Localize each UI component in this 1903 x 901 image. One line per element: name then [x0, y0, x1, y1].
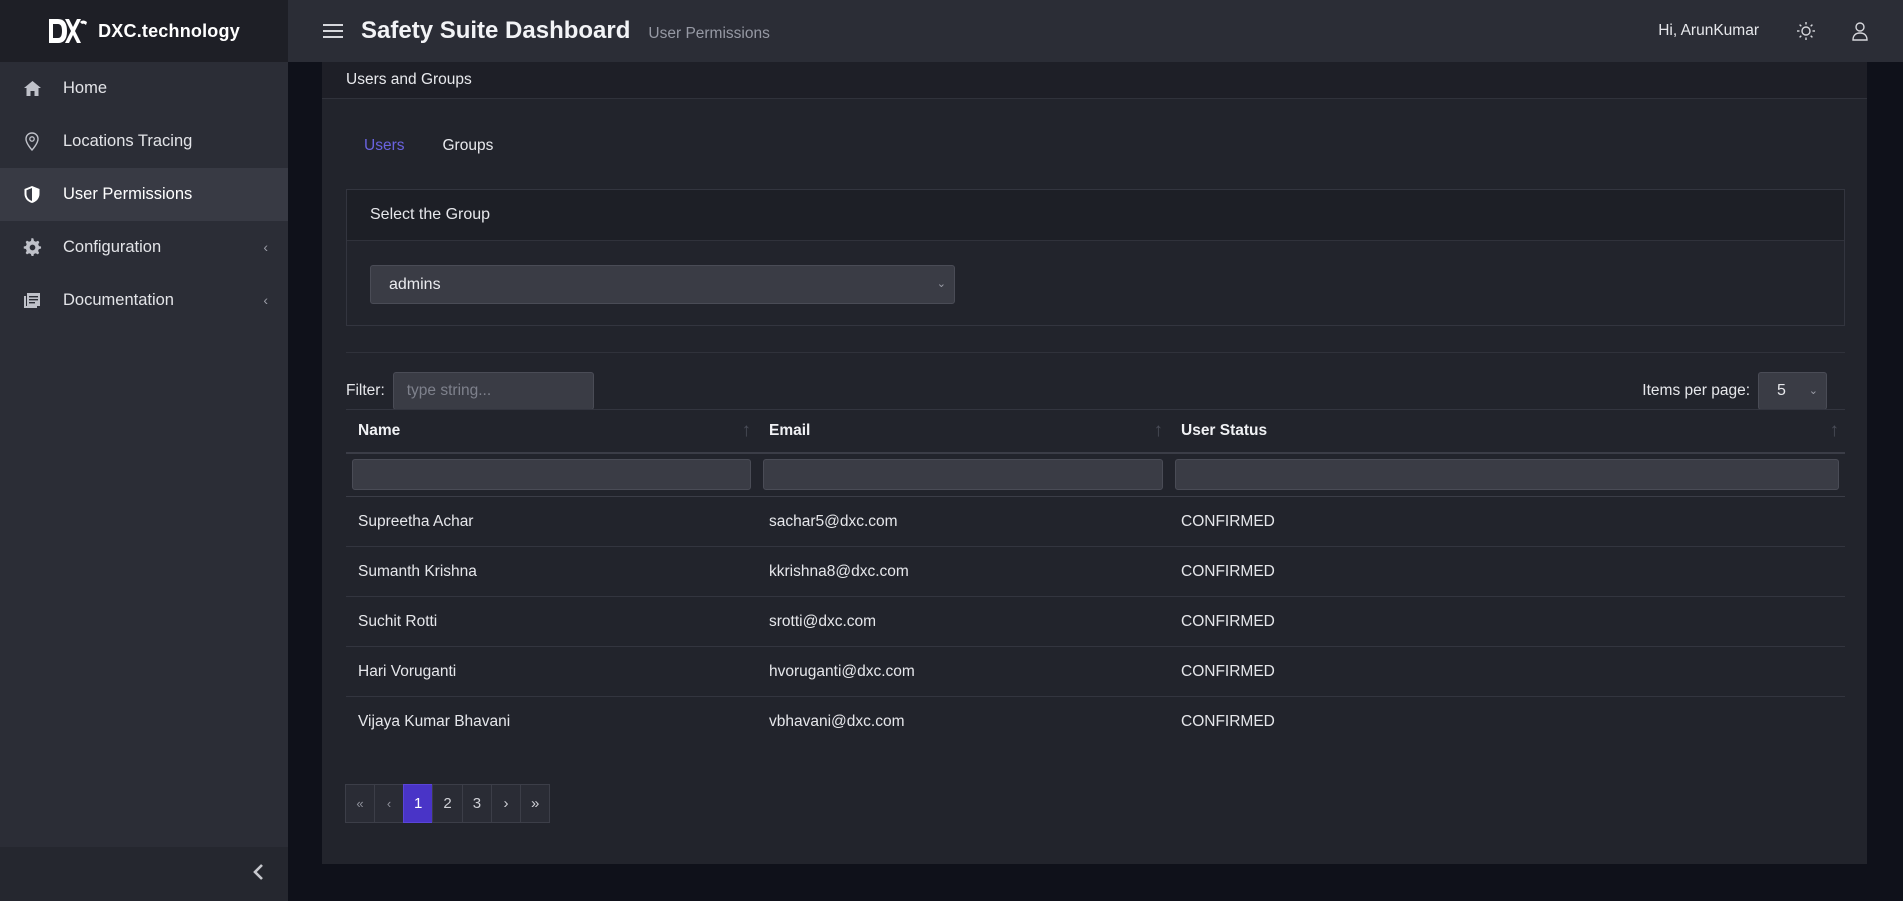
sidebar-item-home[interactable]: Home — [0, 62, 288, 115]
status-column-filter[interactable] — [1175, 459, 1839, 491]
email-column-filter[interactable] — [763, 459, 1163, 491]
pagination: « ‹ 1 2 3 › » — [345, 784, 551, 823]
group-box-title: Select the Group — [347, 190, 1844, 241]
location-pin-icon — [22, 132, 42, 152]
group-select[interactable]: admins ⌄ — [370, 265, 955, 304]
filter-row: Filter: — [346, 372, 594, 410]
sort-arrow-icon[interactable]: ↑ — [1830, 420, 1840, 442]
brand-name: DXC.technology — [98, 20, 240, 41]
cell-email: srotti@dxc.com — [757, 596, 1169, 647]
sidebar-item-configuration[interactable]: Configuration ‹ — [0, 221, 288, 274]
filter-label: Filter: — [346, 382, 385, 399]
cell-name: Vijaya Kumar Bhavani — [358, 712, 511, 730]
brand-logo[interactable]: DXC.technology — [0, 0, 288, 62]
page-3-button[interactable]: 3 — [461, 784, 493, 823]
dxc-logo-icon — [48, 18, 88, 44]
items-per-page: Items per page: 5 ⌄ — [1642, 372, 1827, 410]
top-header: Safety Suite Dashboard User Permissions … — [288, 0, 1903, 62]
cell-name: Suchit Rotti — [346, 596, 757, 647]
table-row[interactable]: Sumanth Krishna kkrishna8@dxc.com CONFIR… — [346, 546, 1845, 597]
table-row[interactable]: Suchit Rotti srotti@dxc.com CONFIRMED — [346, 596, 1845, 647]
cell-email: kkrishna8@dxc.com — [757, 546, 1169, 597]
cell-name: Sumanth Krishna — [346, 546, 757, 597]
sidebar-collapse-bar — [0, 847, 288, 901]
cell-email: hvoruganti@dxc.com — [757, 646, 1169, 697]
sidebar-item-locations-tracing[interactable]: Locations Tracing — [0, 115, 288, 168]
items-per-page-select[interactable]: 5 ⌄ — [1758, 372, 1827, 410]
sidebar-item-label: Documentation — [63, 291, 174, 309]
card-title: Users and Groups — [322, 62, 1867, 99]
sort-arrow-icon[interactable]: ↑ — [742, 420, 752, 442]
table-row[interactable]: Vijaya Kumar Bhavani vbhavani@dxc.com CO… — [346, 697, 1845, 747]
cell-name: Supreetha Achar — [346, 496, 757, 547]
cell-email: sachar5@dxc.com — [757, 496, 1169, 547]
table-row[interactable]: Hari Voruganti hvoruganti@dxc.com CONFIR… — [346, 646, 1845, 697]
chevron-left-icon: ‹ — [263, 292, 268, 308]
sidebar-item-documentation[interactable]: Documentation ‹ — [0, 274, 288, 327]
sun-icon[interactable] — [1795, 20, 1817, 42]
filter-input[interactable] — [392, 372, 594, 410]
user-icon[interactable] — [1849, 20, 1871, 42]
tab-users[interactable]: Users — [364, 137, 404, 155]
chevron-down-icon: ⌄ — [1808, 385, 1818, 397]
prev-page-button[interactable]: ‹ — [374, 784, 404, 823]
table-row[interactable]: Supreetha Achar sachar5@dxc.com CONFIRME… — [346, 496, 1845, 547]
group-selector-box: Select the Group admins ⌄ — [346, 189, 1845, 326]
sidebar: DXC.technology Home Locations Tracing Us… — [0, 0, 288, 901]
home-icon — [22, 79, 42, 99]
last-page-button[interactable]: » — [520, 784, 551, 823]
first-page-button[interactable]: « — [345, 784, 375, 823]
document-icon — [22, 291, 42, 311]
next-page-button[interactable]: › — [491, 784, 522, 823]
shield-icon — [22, 185, 42, 205]
users-table: Name ↑ Email ↑ User Status ↑ Supreetha A… — [346, 409, 1845, 747]
sidebar-item-label: Configuration — [63, 238, 162, 256]
chevron-down-icon: ⌄ — [936, 278, 946, 290]
gear-icon — [22, 238, 42, 258]
tab-groups[interactable]: Groups — [442, 137, 493, 155]
cell-status: CONFIRMED — [1169, 546, 1845, 597]
sort-arrow-icon[interactable]: ↑ — [1154, 420, 1164, 442]
divider — [346, 352, 1845, 353]
cell-status: CONFIRMED — [1169, 496, 1845, 547]
cell-name: Hari Voruganti — [346, 646, 757, 697]
sidebar-item-label: Home — [63, 79, 108, 97]
sidebar-nav: Home Locations Tracing User Permissions … — [0, 62, 288, 327]
cell-status: CONFIRMED — [1169, 596, 1845, 647]
group-select-value: admins — [389, 275, 441, 293]
cell-status: CONFIRMED — [1169, 646, 1845, 697]
column-header-email[interactable]: Email ↑ — [757, 409, 1169, 454]
sidebar-item-user-permissions[interactable]: User Permissions — [0, 168, 288, 221]
cell-status: CONFIRMED — [1181, 712, 1275, 730]
column-header-name[interactable]: Name ↑ — [346, 409, 757, 454]
page-2-button[interactable]: 2 — [432, 784, 463, 823]
hamburger-icon[interactable] — [323, 24, 343, 38]
breadcrumb: User Permissions — [648, 25, 770, 42]
column-header-user-status[interactable]: User Status ↑ — [1169, 409, 1845, 454]
items-per-page-label: Items per page: — [1642, 382, 1750, 399]
header-actions: Hi, ArunKumar — [1658, 0, 1903, 62]
column-filter-row — [346, 452, 1845, 497]
page-background-strip — [288, 864, 1903, 901]
users-and-groups-card: Users and Groups Users Groups Select the… — [322, 62, 1867, 864]
collapse-sidebar-icon[interactable] — [252, 863, 264, 886]
sidebar-item-label: Locations Tracing — [63, 132, 193, 150]
chevron-left-icon: ‹ — [263, 239, 268, 255]
sidebar-item-label: User Permissions — [63, 185, 193, 203]
items-per-page-value: 5 — [1777, 382, 1786, 399]
page-title: Safety Suite Dashboard — [361, 17, 631, 44]
name-column-filter[interactable] — [352, 459, 751, 491]
page-1-button[interactable]: 1 — [403, 784, 434, 823]
cell-email: vbhavani@dxc.com — [769, 712, 905, 730]
tabs: Users Groups — [364, 137, 493, 155]
user-greeting: Hi, ArunKumar — [1658, 22, 1759, 39]
